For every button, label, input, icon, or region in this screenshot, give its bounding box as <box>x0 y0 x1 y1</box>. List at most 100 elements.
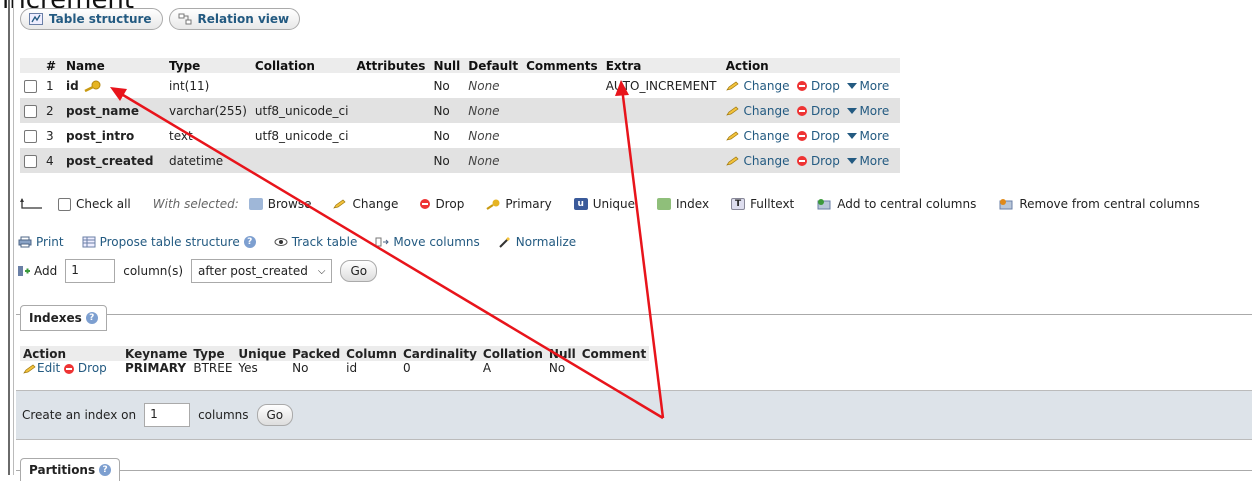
bulk-actions-bar: Check all With selected: Browse Change D… <box>20 197 1222 211</box>
field-type: varchar(255) <box>165 98 251 123</box>
table-structure-icon <box>29 13 43 25</box>
create-index-count-input[interactable]: 1 <box>144 403 191 427</box>
more-link[interactable]: More <box>847 104 889 118</box>
row-actions: Change Drop More <box>721 73 900 98</box>
partitions-fieldset-border <box>16 470 1252 471</box>
indexes-header-row: Action Keyname Type Unique Packed Column… <box>20 346 650 361</box>
col-null: Null <box>429 58 465 73</box>
bulk-unique-button[interactable]: u Unique <box>573 197 635 211</box>
index-comment <box>579 361 649 375</box>
idx-col-column: Column <box>343 346 400 361</box>
field-default: None <box>464 123 523 148</box>
column-position-select[interactable]: after post_created ⌵ <box>191 259 333 283</box>
change-link[interactable]: Change <box>725 129 789 143</box>
row-num: 1 <box>42 73 62 98</box>
help-icon[interactable]: ? <box>243 236 256 248</box>
create-index-go-button[interactable]: Go <box>256 404 294 426</box>
check-all[interactable]: Check all <box>58 197 131 211</box>
eye-icon <box>274 238 288 246</box>
drop-link[interactable]: Drop <box>797 79 840 93</box>
field-comments <box>522 148 602 173</box>
row-checkbox[interactable] <box>24 104 37 118</box>
add-column-label: Add <box>18 264 57 278</box>
pencil-icon <box>725 81 739 91</box>
index-actions: Edit Drop <box>20 361 122 375</box>
table-row: 2 post_name varchar(255) utf8_unicode_ci… <box>20 98 900 123</box>
relation-view-icon <box>178 13 192 25</box>
index-keyname: PRIMARY <box>125 361 187 375</box>
col-collation: Collation <box>250 58 353 73</box>
propose-structure-icon <box>82 236 96 248</box>
col-extra: Extra <box>601 58 722 73</box>
bulk-fulltext-button[interactable]: T Fulltext <box>731 197 794 211</box>
wand-icon <box>499 237 510 248</box>
field-name: id <box>66 78 79 93</box>
drop-index-link[interactable]: Drop <box>64 361 107 375</box>
drop-icon <box>797 106 808 116</box>
add-column-go-button[interactable]: Go <box>340 260 378 282</box>
more-link[interactable]: More <box>847 79 889 93</box>
field-default: None <box>464 148 523 173</box>
drop-icon <box>797 156 808 166</box>
row-checkbox[interactable] <box>24 129 37 143</box>
row-num: 2 <box>42 98 62 123</box>
print-link[interactable]: Print <box>18 235 64 249</box>
tab-relation-view[interactable]: Relation view <box>168 8 301 30</box>
bulk-index-button[interactable]: Index <box>657 197 709 211</box>
col-check <box>20 58 42 73</box>
pencil-icon <box>725 131 739 141</box>
view-tabs: Table structure Relation view <box>20 8 301 30</box>
index-icon <box>657 198 672 210</box>
field-name-cell: id <box>62 73 165 98</box>
drop-link[interactable]: Drop <box>797 129 840 143</box>
propose-structure-link[interactable]: Propose table structure ? <box>82 235 256 249</box>
help-icon[interactable]: ? <box>85 312 98 324</box>
change-link[interactable]: Change <box>725 79 789 93</box>
add-column-count-input[interactable]: 1 <box>65 259 116 283</box>
left-border-inner <box>13 0 14 475</box>
row-actions: Change Drop More <box>721 98 900 123</box>
table-row: 4 post_created datetime No None Change D… <box>20 148 900 173</box>
track-table-link[interactable]: Track table <box>274 235 357 249</box>
add-central-columns-button[interactable]: Add to central columns <box>816 197 976 211</box>
check-all-checkbox[interactable] <box>58 197 71 211</box>
idx-col-collation: Collation <box>479 346 546 361</box>
drop-link[interactable]: Drop <box>797 154 840 168</box>
field-null: No <box>429 73 465 98</box>
index-collation: A <box>482 361 492 375</box>
unique-icon: u <box>573 198 588 210</box>
field-extra <box>601 98 722 123</box>
more-link[interactable]: More <box>847 154 889 168</box>
bulk-drop-button[interactable]: Drop <box>420 197 464 211</box>
indexes-table: Action Keyname Type Unique Packed Column… <box>20 346 650 375</box>
edit-index-link[interactable]: Edit <box>23 361 60 375</box>
printer-icon <box>18 236 32 248</box>
structure-table: # Name Type Collation Attributes Null De… <box>20 58 900 173</box>
partitions-legend: Partitions ? <box>20 458 121 481</box>
move-columns-link[interactable]: Move columns <box>375 235 480 249</box>
tab-table-structure[interactable]: Table structure <box>20 8 163 30</box>
idx-col-keyname: Keyname <box>122 346 191 361</box>
indexes-legend: Indexes ? <box>20 305 107 331</box>
more-link[interactable]: More <box>847 129 889 143</box>
help-icon[interactable]: ? <box>99 464 112 476</box>
remove-central-columns-button[interactable]: Remove from central columns <box>998 197 1200 211</box>
with-selected-label: With selected: <box>152 197 239 211</box>
add-column-form: Add 1 column(s) after post_created ⌵ Go <box>18 259 378 283</box>
field-null: No <box>429 148 465 173</box>
field-collation <box>250 73 353 98</box>
field-type: datetime <box>165 148 251 173</box>
idx-col-cardinality: Cardinality <box>399 346 480 361</box>
drop-link[interactable]: Drop <box>797 104 840 118</box>
change-link[interactable]: Change <box>725 104 789 118</box>
bulk-primary-button[interactable]: Primary <box>486 197 552 211</box>
bulk-change-button[interactable]: Change <box>333 197 398 211</box>
row-checkbox[interactable] <box>24 79 37 93</box>
browse-button[interactable]: Browse <box>248 197 311 211</box>
pencil-icon <box>333 199 347 209</box>
row-num: 3 <box>42 123 62 148</box>
normalize-link[interactable]: Normalize <box>498 235 576 249</box>
create-index-label: Create an index on <box>22 408 137 422</box>
row-checkbox[interactable] <box>24 154 37 168</box>
change-link[interactable]: Change <box>725 154 789 168</box>
